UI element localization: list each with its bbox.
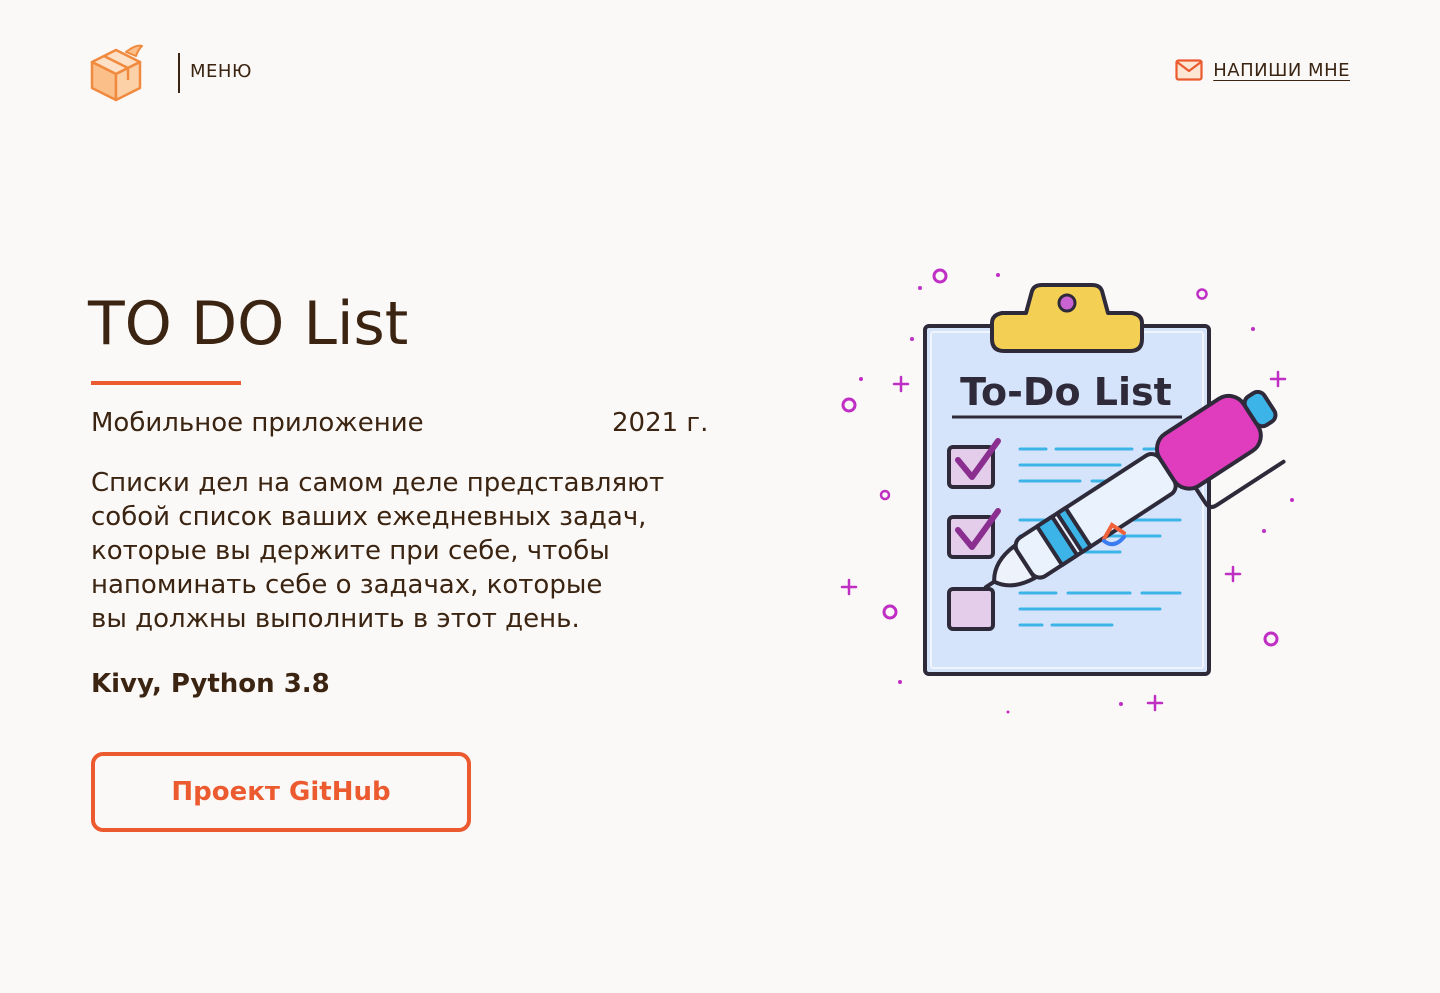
menu-divider [178, 53, 180, 93]
contact-link[interactable]: НАПИШИ МНЕ [1175, 59, 1350, 81]
clipboard-illustration: To-Do List [840, 268, 1294, 714]
clipboard-heading: To-Do List [960, 370, 1172, 414]
todo-list-illustration: To-Do List [830, 255, 1310, 720]
description-line: напоминать себе о задачах, которые [91, 570, 603, 600]
project-description: Списки дел на самом деле представляют со… [91, 466, 731, 636]
title-underline [91, 381, 241, 385]
description-line: Списки дел на самом деле представляют [91, 468, 665, 498]
description-line: вы должны выполнить в этот день. [91, 604, 580, 634]
project-type: Мобильное приложение [91, 408, 424, 438]
tech-stack: Kivy, Python 3.8 [91, 669, 330, 699]
project-year: 2021 г. [612, 408, 709, 438]
page: МЕНЮ НАПИШИ МНЕ TO DO List Мобильное при… [0, 0, 1440, 993]
contact-label: НАПИШИ МНЕ [1213, 59, 1350, 81]
description-line: собой список ваших ежедневных задач, [91, 502, 647, 532]
page-title: TO DO List [88, 289, 409, 359]
description-line: которые вы держите при себе, чтобы [91, 536, 610, 566]
menu-button[interactable]: МЕНЮ [190, 61, 252, 82]
box-logo-icon[interactable] [86, 42, 150, 106]
github-project-button[interactable]: Проект GitHub [91, 752, 471, 832]
mail-icon [1175, 59, 1203, 81]
